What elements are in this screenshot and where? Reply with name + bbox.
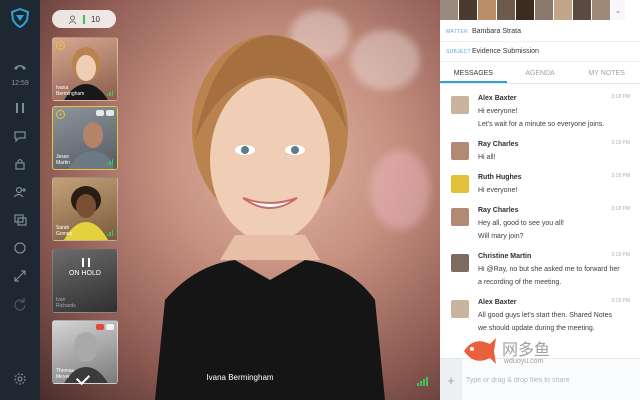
avatar <box>451 300 469 318</box>
participant-thumbnail[interactable]: Sarah Gomez <box>52 177 118 241</box>
message: Christine Martin 3:18 PM Hi @Ray, no but… <box>440 250 640 289</box>
message-text: Hi all! <box>478 154 496 161</box>
participant-name: Sarah Gomez <box>56 225 73 237</box>
message-time: 3:18 PM <box>611 252 630 258</box>
message-text: All good guys let's start then. Shared N… <box>478 312 613 319</box>
avatar <box>478 0 497 20</box>
fish-logo-icon <box>464 338 496 364</box>
avatar <box>592 0 611 20</box>
left-rail: 12:59 <box>0 0 40 400</box>
avatar <box>451 175 469 193</box>
host-badge-icon: ✦ <box>56 110 65 119</box>
avatar <box>573 0 592 20</box>
subject-key: SUBJECT <box>446 48 471 55</box>
avatar <box>554 0 573 20</box>
participant-name: Jesse Martin <box>56 154 70 166</box>
watermark-text: 网多鱼 <box>502 340 551 359</box>
expand-icon[interactable] <box>11 267 29 285</box>
avatar <box>451 96 469 114</box>
end-call-icon[interactable] <box>11 58 29 76</box>
pause-icon[interactable] <box>11 99 29 117</box>
avatar <box>516 0 535 20</box>
speaker-portrait <box>155 35 385 400</box>
message-text: Hi everyone! <box>478 187 518 194</box>
message: Alex Baxter 3:18 PM Hi everyone! Let's w… <box>440 92 640 131</box>
participant-thumbnail[interactable]: ✦ Jesse Martin <box>52 106 118 170</box>
signal-strength-icon <box>106 230 113 236</box>
camera-off-icon <box>96 324 104 330</box>
message: Alex Baxter 3:18 PM All good guys let's … <box>440 296 640 335</box>
participant-avatar-strip[interactable]: ⌄ <box>440 0 640 20</box>
avatar <box>451 142 469 160</box>
call-timer: 12:59 <box>11 80 29 87</box>
tab-agenda[interactable]: AGENDA <box>507 64 574 83</box>
matter-key: MATTER <box>446 28 468 35</box>
screens-icon[interactable] <box>11 211 29 229</box>
view-icon <box>106 110 114 116</box>
camera-icon <box>96 110 104 116</box>
avatar <box>451 208 469 226</box>
signal-strength-icon <box>106 90 113 96</box>
message: Ray Charles 3:18 PM Hi all! <box>440 138 640 164</box>
message-text: Hi everyone! <box>478 108 518 115</box>
matter-row: MATTER Bambara Strata <box>440 22 640 42</box>
message-text: Let's wait for a minute so everyone join… <box>478 121 605 128</box>
participant-count-pill[interactable]: 10 <box>52 10 116 28</box>
view-icon <box>106 324 114 330</box>
message-text: a recording of the meeting. <box>478 279 562 286</box>
avatar <box>459 0 478 20</box>
message: Ray Charles 3:18 PM Hey all, good to see… <box>440 204 640 243</box>
message-text: Hey all, good to see you all! <box>478 220 564 227</box>
message-time: 3:18 PM <box>611 173 630 179</box>
avatar <box>535 0 554 20</box>
participant-thumbnail[interactable]: ON HOLD Ivan Richards <box>52 249 118 313</box>
subject-row: SUBJECT Evidence Submission <box>440 42 640 62</box>
settings-icon[interactable] <box>11 370 29 388</box>
participant-thumbnail[interactable]: ✦ Ivana Bermingham <box>52 37 118 101</box>
add-user-icon[interactable] <box>11 183 29 201</box>
message-text: Will mary join? <box>478 233 524 240</box>
attach-plus-icon[interactable]: + <box>440 359 462 400</box>
message-time: 3:18 PM <box>611 298 630 304</box>
signal-strength-icon <box>417 377 428 386</box>
panel-tabs: MESSAGES AGENDA MY NOTES <box>440 64 640 84</box>
on-hold-label: ON HOLD <box>69 270 101 277</box>
participant-name: Ivan Richards <box>56 297 76 309</box>
host-badge-icon: ✦ <box>56 41 65 50</box>
participant-count: 10 <box>91 14 100 24</box>
mic-level-icon <box>83 14 86 24</box>
chevron-down-icon[interactable]: ⌄ <box>611 0 626 20</box>
tab-my-notes[interactable]: MY NOTES <box>573 64 640 83</box>
message-time: 3:18 PM <box>611 94 630 100</box>
avatar <box>440 0 459 20</box>
message-list[interactable]: Alex Baxter 3:18 PM Hi everyone! Let's w… <box>440 92 640 358</box>
media-controls <box>96 110 114 116</box>
message: Ruth Hughes 3:18 PM Hi everyone! <box>440 171 640 197</box>
participant-name: Ivana Bermingham <box>56 85 85 97</box>
user-icon <box>68 15 77 24</box>
message-time: 3:18 PM <box>611 140 630 146</box>
chat-icon[interactable] <box>11 127 29 145</box>
tab-messages[interactable]: MESSAGES <box>440 64 507 83</box>
pause-icon <box>82 258 90 267</box>
refresh-icon[interactable] <box>11 295 29 313</box>
media-controls <box>96 324 114 330</box>
signal-strength-icon <box>106 159 113 165</box>
message-text: Hi @Ray, no but she asked me to forward … <box>478 266 620 273</box>
watermark-url: wduoyu.com <box>504 358 544 365</box>
matter-value: Bambara Strata <box>472 28 522 35</box>
watermark: 网多鱼 wduoyu.com <box>462 332 600 380</box>
message-time: 3:18 PM <box>611 206 630 212</box>
subject-value: Evidence Submission <box>472 48 539 55</box>
lock-icon[interactable] <box>11 155 29 173</box>
logo-shield-icon <box>10 8 30 28</box>
avatar <box>451 254 469 272</box>
avatar <box>497 0 516 20</box>
participant-name: Thomas Meyer <box>56 368 75 380</box>
record-icon[interactable] <box>11 239 29 257</box>
